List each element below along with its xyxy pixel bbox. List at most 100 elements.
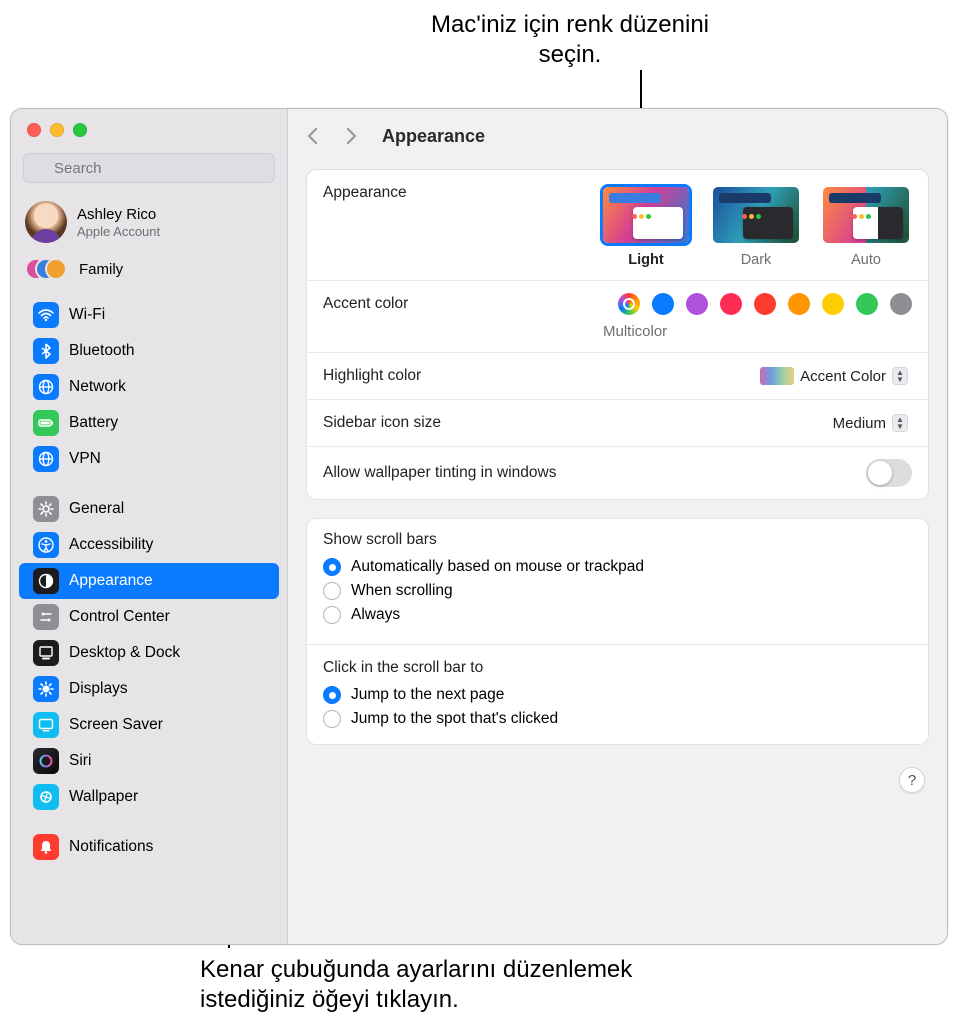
radio-label: Automatically based on mouse or trackpad <box>351 558 644 576</box>
radio-button <box>323 558 341 576</box>
appearance-thumb-light <box>600 184 692 246</box>
page-title: Appearance <box>382 126 485 147</box>
appearance-option-auto[interactable]: Auto <box>820 184 912 268</box>
highlight-label: Highlight color <box>323 367 421 385</box>
sidebar-list: Wi-Fi Bluetooth Network Battery VPN General A… <box>11 297 287 944</box>
radio-button <box>323 606 341 624</box>
control-center-icon <box>33 604 59 630</box>
sidebar-item-label: Screen Saver <box>69 716 163 734</box>
sidebar-item-label: Notifications <box>69 838 153 856</box>
sidebar-item-appearance[interactable]: Appearance <box>19 563 279 599</box>
tinting-toggle[interactable] <box>866 459 912 487</box>
popup-arrows-icon: ▲▼ <box>892 414 908 432</box>
sidebar-item-accessibility[interactable]: Accessibility <box>19 527 279 563</box>
wifi-icon <box>33 302 59 328</box>
general-icon <box>33 496 59 522</box>
appearance-thumb-dark <box>710 184 802 246</box>
tinting-label: Allow wallpaper tinting in windows <box>323 464 556 482</box>
sidebar-item-desktop-dock[interactable]: Desktop & Dock <box>19 635 279 671</box>
displays-icon <box>33 676 59 702</box>
accent-swatch-pink[interactable] <box>720 293 742 315</box>
avatar <box>25 201 67 243</box>
account-row[interactable]: Ashley Rico Apple Account <box>11 195 287 251</box>
sidebar-item-label: Wallpaper <box>69 788 138 806</box>
sidebar: Ashley Rico Apple Account Family Wi-Fi Bl… <box>11 109 288 944</box>
sidebar-item-label: Wi-Fi <box>69 306 105 324</box>
sidebar-item-label: Desktop & Dock <box>69 644 180 662</box>
family-label: Family <box>79 261 123 278</box>
scrollbars-option[interactable]: Always <box>307 603 928 636</box>
scrollclick-label: Click in the scroll bar to <box>307 653 928 683</box>
vpn-icon <box>33 446 59 472</box>
sidebar-item-label: Network <box>69 378 126 396</box>
scrollclick-option[interactable]: Jump to the next page <box>307 683 928 707</box>
radio-label: Always <box>351 606 400 624</box>
accent-swatch-graphite[interactable] <box>890 293 912 315</box>
help-button[interactable]: ? <box>899 767 925 793</box>
sidebar-item-wifi[interactable]: Wi-Fi <box>19 297 279 333</box>
sidebar-item-displays[interactable]: Displays <box>19 671 279 707</box>
radio-button <box>323 582 341 600</box>
sidebar-size-popup[interactable]: Medium ▲▼ <box>825 412 912 434</box>
bluetooth-icon <box>33 338 59 364</box>
window-controls <box>11 109 287 145</box>
appearance-option-light[interactable]: Light <box>600 184 692 268</box>
appearance-option-label: Dark <box>710 252 802 268</box>
system-settings-window: Ashley Rico Apple Account Family Wi-Fi Bl… <box>10 108 948 945</box>
sidebar-item-vpn[interactable]: VPN <box>19 441 279 477</box>
sidebar-item-label: Battery <box>69 414 118 432</box>
sidebar-item-bluetooth[interactable]: Bluetooth <box>19 333 279 369</box>
minimize-button[interactable] <box>50 123 64 137</box>
scrollbars-option[interactable]: When scrolling <box>307 579 928 603</box>
accessibility-icon <box>33 532 59 558</box>
accent-swatch-orange[interactable] <box>788 293 810 315</box>
radio-label: Jump to the spot that's clicked <box>351 710 558 728</box>
highlight-popup[interactable]: Accent Color ▲▼ <box>752 365 912 387</box>
accent-color-name: Multicolor <box>603 323 912 340</box>
sidebar-item-label: Displays <box>69 680 128 698</box>
accent-swatch-multicolor[interactable] <box>618 293 640 315</box>
accent-swatch-blue[interactable] <box>652 293 674 315</box>
sidebar-item-label: Appearance <box>69 572 153 590</box>
account-name: Ashley Rico <box>77 206 160 223</box>
scrollclick-option[interactable]: Jump to the spot that's clicked <box>307 707 928 740</box>
sidebar-item-siri[interactable]: Siri <box>19 743 279 779</box>
sidebar-item-general[interactable]: General <box>19 491 279 527</box>
back-button[interactable] <box>300 121 326 151</box>
sidebar-item-screen-saver[interactable]: Screen Saver <box>19 707 279 743</box>
radio-button <box>323 686 341 704</box>
battery-icon <box>33 410 59 436</box>
scrollbars-option[interactable]: Automatically based on mouse or trackpad <box>307 555 928 579</box>
accent-swatch-red[interactable] <box>754 293 776 315</box>
forward-button[interactable] <box>338 121 364 151</box>
appearance-panel: Appearance Light Dark Auto Accent color Mu… <box>306 169 929 500</box>
wallpaper-icon <box>33 784 59 810</box>
screen-saver-icon <box>33 712 59 738</box>
sidebar-item-wallpaper[interactable]: Wallpaper <box>19 779 279 815</box>
accent-swatch-yellow[interactable] <box>822 293 844 315</box>
radio-button <box>323 710 341 728</box>
accent-color-label: Accent color <box>323 295 408 313</box>
close-button[interactable] <box>27 123 41 137</box>
sidebar-item-label: Accessibility <box>69 536 153 554</box>
search-container <box>11 145 287 195</box>
appearance-thumb-auto <box>820 184 912 246</box>
main-pane: Appearance Appearance Light Dark Auto Acce… <box>288 109 947 944</box>
sidebar-item-control-center[interactable]: Control Center <box>19 599 279 635</box>
family-row[interactable]: Family <box>11 251 287 297</box>
sidebar-item-notifications[interactable]: Notifications <box>19 829 279 865</box>
accent-swatch-green[interactable] <box>856 293 878 315</box>
appearance-icon <box>33 568 59 594</box>
sidebar-item-network[interactable]: Network <box>19 369 279 405</box>
zoom-button[interactable] <box>73 123 87 137</box>
search-input[interactable] <box>23 153 275 183</box>
network-icon <box>33 374 59 400</box>
appearance-label: Appearance <box>323 184 407 202</box>
accent-swatch-purple[interactable] <box>686 293 708 315</box>
callout-top: Mac'iniz için renk düzenini seçin. <box>400 10 740 70</box>
appearance-option-dark[interactable]: Dark <box>710 184 802 268</box>
sidebar-item-label: Siri <box>69 752 91 770</box>
highlight-swatch-icon <box>760 367 794 385</box>
sidebar-item-label: General <box>69 500 124 518</box>
sidebar-item-battery[interactable]: Battery <box>19 405 279 441</box>
